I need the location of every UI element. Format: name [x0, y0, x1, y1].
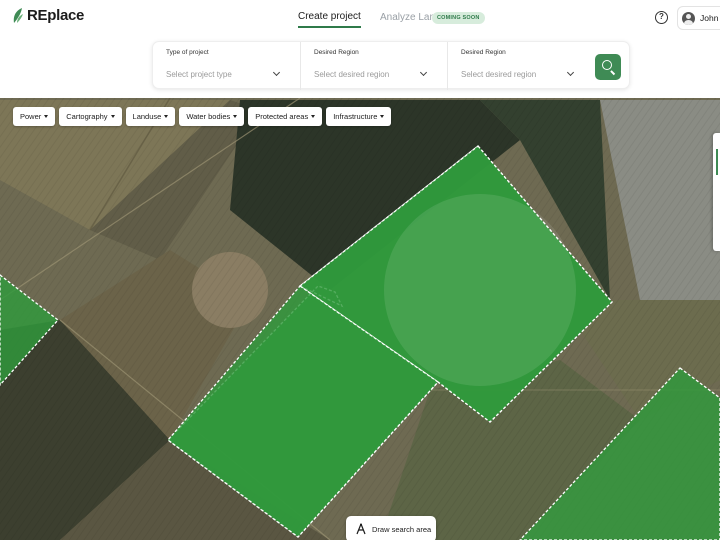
desired-region-placeholder: Select desired region — [461, 70, 537, 79]
caret-down-icon — [380, 115, 385, 118]
layer-water-bodies-button[interactable]: Water bodies — [179, 107, 245, 126]
top-header: REplace Create project Analyze Land COMI… — [0, 0, 720, 98]
desired-region-select-1[interactable]: Desired Region Select desired region — [300, 42, 438, 90]
project-search-bar: Type of project Select project type Desi… — [152, 41, 630, 90]
map-canvas[interactable] — [0, 98, 720, 540]
caret-down-icon — [44, 115, 49, 118]
project-type-placeholder: Select project type — [166, 70, 232, 79]
project-type-label: Type of project — [166, 49, 209, 56]
layer-label: Infrastructure — [333, 112, 378, 121]
layer-landuse-button[interactable]: Landuse — [125, 107, 176, 126]
coming-soon-badge: COMING SOON — [432, 12, 485, 24]
leaf-logo-icon — [13, 8, 23, 23]
layer-label: Landuse — [132, 112, 162, 121]
caret-down-icon — [164, 115, 169, 118]
layer-cartography-button[interactable]: Cartography — [59, 107, 122, 126]
tab-create-project[interactable]: Create project — [298, 11, 361, 28]
help-icon[interactable]: ? — [655, 11, 668, 24]
draw-search-area-button[interactable]: Draw search area — [346, 516, 436, 540]
layer-infrastructure-button[interactable]: Infrastructure — [326, 107, 392, 126]
draw-area-icon — [356, 523, 366, 535]
app-logo[interactable]: REplace — [12, 7, 84, 24]
user-name: John — [700, 13, 719, 23]
user-menu[interactable]: John — [677, 6, 720, 30]
chevron-down-icon — [272, 68, 281, 77]
layer-label: Cartography — [66, 112, 108, 121]
caret-down-icon — [233, 115, 238, 118]
layer-protected-areas-button[interactable]: Protected areas — [248, 107, 323, 126]
draw-search-area-label: Draw search area — [372, 524, 432, 534]
layer-power-button[interactable]: Power — [13, 107, 56, 126]
layer-label: Protected areas — [255, 112, 309, 121]
satellite-map[interactable] — [0, 98, 720, 540]
caret-down-icon — [311, 115, 316, 118]
layer-label: Water bodies — [186, 112, 231, 121]
chevron-down-icon — [566, 68, 575, 77]
desired-region-label: Desired Region — [314, 49, 359, 56]
layer-filter-bar: Power Cartography Landuse Water bodies P… — [13, 107, 392, 126]
avatar — [682, 11, 695, 25]
project-type-select[interactable]: Type of project Select project type — [153, 42, 291, 90]
caret-down-icon — [110, 115, 115, 118]
layer-label: Power — [20, 112, 42, 121]
search-button[interactable] — [595, 54, 621, 80]
pivot-irrigation-circle — [384, 194, 576, 386]
desired-region-placeholder: Select desired region — [314, 70, 390, 79]
chevron-down-icon — [419, 68, 428, 77]
app-name: REplace — [27, 7, 85, 24]
desired-region-select-2[interactable]: Desired Region Select desired region — [447, 42, 585, 90]
desired-region-label: Desired Region — [461, 49, 506, 56]
side-panel-handle[interactable] — [713, 133, 720, 251]
